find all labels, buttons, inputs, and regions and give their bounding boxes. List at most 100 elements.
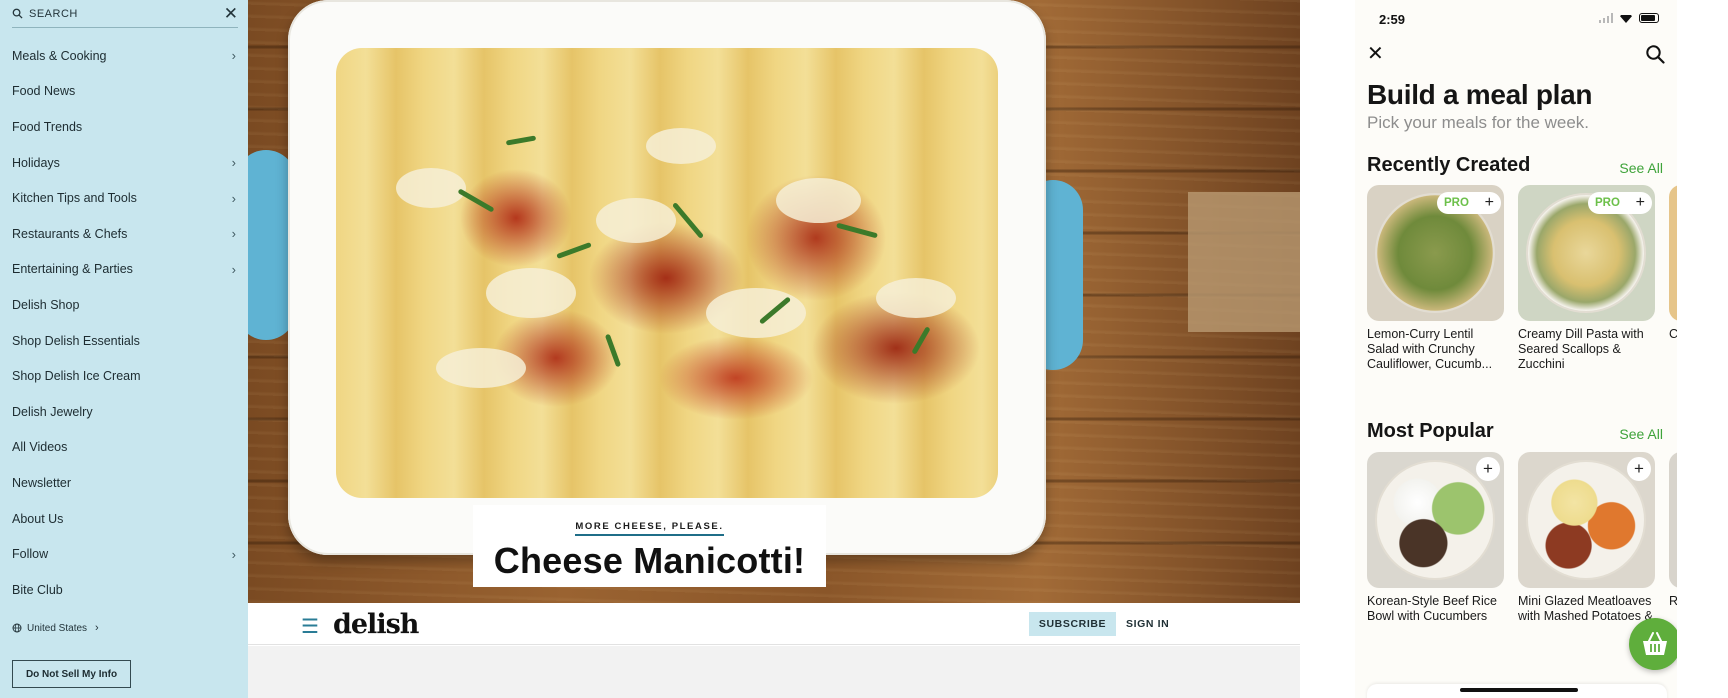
region-label: United States [27, 622, 88, 634]
pro-badge[interactable]: PRO + [1437, 192, 1501, 214]
see-all-recent-link[interactable]: See All [1619, 160, 1663, 176]
recipe-card[interactable]: R A [1669, 452, 1677, 640]
recipe-image: + [1367, 452, 1504, 588]
cheese-blob [646, 128, 716, 164]
nav-item-entertaining[interactable]: Entertaining & Parties › [0, 252, 248, 288]
plate [1377, 462, 1493, 578]
recipe-image: + [1518, 452, 1655, 588]
section-title-popular: Most Popular [1367, 420, 1494, 442]
nav-item-label: Kitchen Tips and Tools [12, 191, 137, 206]
region-selector[interactable]: United States › [12, 622, 99, 634]
cheese-blob [776, 178, 861, 223]
plate [1528, 462, 1644, 578]
cheese-blob [876, 278, 956, 318]
nav-item-all-videos[interactable]: All Videos [0, 430, 248, 466]
nav-item-about-us[interactable]: About Us [0, 501, 248, 537]
hero-image: MORE CHEESE, PLEASE. Cheese Manicotti! [248, 0, 1300, 603]
recipe-name: Creamy Dill Pasta with Seared Scallops &… [1518, 327, 1644, 371]
nav-item-label: Delish Jewelry [12, 404, 93, 419]
nav-item-label: Meals & Cooking [12, 48, 107, 63]
battery-icon [1639, 13, 1659, 23]
plus-icon: + [1634, 459, 1644, 478]
hero-kicker: MORE CHEESE, PLEASE. [575, 521, 724, 536]
herb-strip [836, 222, 878, 239]
nav-drawer: SEARCH ✕ Meals & Cooking › Food News Food… [0, 0, 248, 698]
globe-icon [12, 623, 22, 633]
nav-item-label: Delish Shop [12, 297, 80, 312]
nav-item-food-trends[interactable]: Food Trends [0, 109, 248, 145]
herb-strip [457, 188, 495, 213]
search-label: SEARCH [29, 7, 78, 20]
nav-item-kitchen-tips[interactable]: Kitchen Tips and Tools › [0, 180, 248, 216]
nav-item-food-news[interactable]: Food News [0, 74, 248, 110]
site-logo[interactable]: delish [333, 609, 419, 640]
pro-label: PRO [1595, 197, 1620, 209]
basket-icon [1643, 632, 1667, 655]
plus-icon: + [1635, 194, 1645, 211]
recipe-name: Korean-Style Beef Rice Bowl with Cucumbe… [1367, 594, 1497, 623]
close-icon[interactable]: ✕ [224, 5, 238, 22]
herb-strip [671, 202, 705, 239]
article-area: MORE CHEESE, PLEASE. Cheese Manicotti! ☰… [248, 0, 1300, 698]
meal-basket-button[interactable] [1629, 618, 1677, 670]
nav-search[interactable]: SEARCH ✕ [12, 0, 238, 28]
nav-item-delish-shop[interactable]: Delish Shop [0, 287, 248, 323]
herb-strip [505, 135, 537, 146]
add-button[interactable]: + [1627, 457, 1651, 481]
recipe-card[interactable]: C S G [1669, 185, 1677, 373]
herb-strip [911, 326, 931, 355]
cheese-blob [486, 268, 576, 318]
add-button[interactable]: + [1476, 457, 1500, 481]
nav-item-holidays[interactable]: Holidays › [0, 145, 248, 181]
recipe-image [1669, 185, 1677, 321]
nav-item-label: Shop Delish Ice Cream [12, 369, 141, 384]
chevron-right-icon: › [231, 190, 236, 206]
nav-item-label: Entertaining & Parties [12, 262, 133, 277]
nav-item-label: Bite Club [12, 582, 63, 597]
home-indicator [1460, 688, 1578, 692]
nav-item-follow[interactable]: Follow › [0, 536, 248, 572]
recipe-card[interactable]: + Mini Glazed Meatloaves with Mashed Pot… [1518, 452, 1655, 640]
chevron-right-icon: › [231, 546, 236, 562]
wifi-icon [1619, 15, 1633, 23]
nav-item-jewelry[interactable]: Delish Jewelry [0, 394, 248, 430]
pro-label: PRO [1444, 197, 1469, 209]
cheese-blob [436, 348, 526, 388]
cheese-blob [396, 168, 466, 208]
content-below [248, 646, 1300, 698]
nav-item-restaurants-chefs[interactable]: Restaurants & Chefs › [0, 216, 248, 252]
cheese-blob [706, 288, 806, 338]
search-icon [12, 8, 23, 19]
phone-screen: 2:59 ✕ Build a meal plan Pick your meals… [1355, 0, 1677, 698]
nav-item-label: Shop Delish Essentials [12, 333, 140, 348]
nav-item-shop-essentials[interactable]: Shop Delish Essentials [0, 323, 248, 359]
nav-item-newsletter[interactable]: Newsletter [0, 465, 248, 501]
recipe-name: Lemon-Curry Lentil Salad with Crunchy Ca… [1367, 327, 1493, 371]
screen: SEARCH ✕ Meals & Cooking › Food News Food… [0, 0, 1728, 698]
recipe-card[interactable]: PRO + Lemon-Curry Lentil Salad with Crunc… [1367, 185, 1504, 373]
page-title: Build a meal plan [1367, 79, 1593, 110]
chevron-right-icon: › [231, 226, 236, 242]
recipe-image: PRO + [1367, 185, 1504, 321]
nav-item-label: Food Trends [12, 119, 83, 134]
sign-in-link[interactable]: SIGN IN [1126, 612, 1169, 636]
nav-item-shop-ice-cream[interactable]: Shop Delish Ice Cream [0, 358, 248, 394]
subscribe-button[interactable]: SUBSCRIBE [1029, 612, 1116, 636]
pro-badge[interactable]: PRO + [1588, 192, 1652, 214]
search-icon[interactable] [1645, 44, 1665, 64]
close-icon[interactable]: ✕ [1367, 44, 1384, 64]
recipe-card[interactable]: PRO + Creamy Dill Pasta with Seared Scall… [1518, 185, 1655, 373]
nav-item-meals-cooking[interactable]: Meals & Cooking › [0, 38, 248, 74]
see-all-popular-link[interactable]: See All [1619, 426, 1663, 442]
chevron-right-icon: › [231, 155, 236, 171]
herb-strip [556, 241, 592, 260]
hamburger-menu-icon[interactable]: ☰ [301, 614, 319, 639]
page-subtitle: Pick your meals for the week. [1367, 113, 1590, 132]
recipe-card[interactable]: + Korean-Style Beef Rice Bowl with Cucum… [1367, 452, 1504, 640]
do-not-sell-button[interactable]: Do Not Sell My Info [12, 660, 131, 688]
nav-item-label: Holidays [12, 155, 60, 170]
nav-item-label: All Videos [12, 440, 68, 455]
cheese-blob [596, 198, 676, 243]
nav-item-label: Food News [12, 84, 76, 99]
nav-item-bite-club[interactable]: Bite Club [0, 572, 248, 608]
